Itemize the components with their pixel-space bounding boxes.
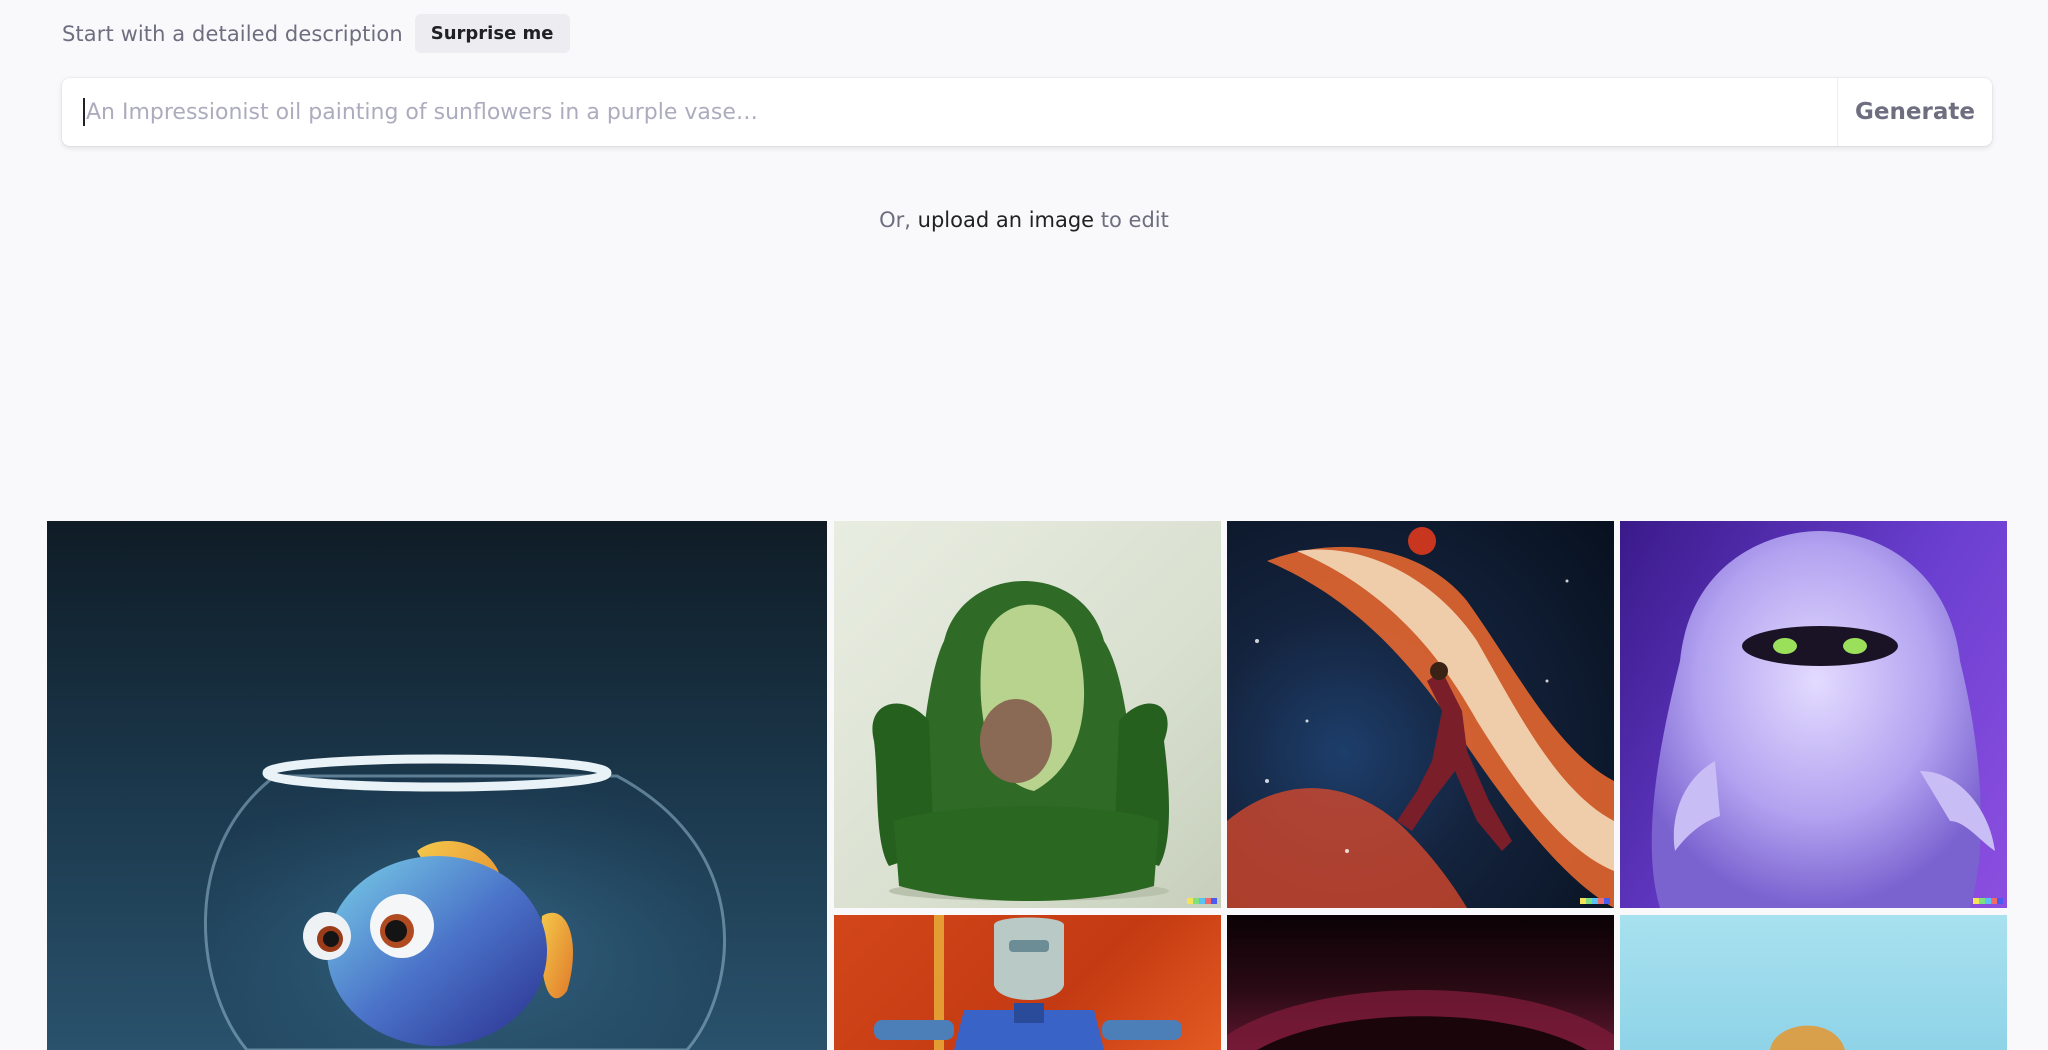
- robot-painting-illustration: [874, 915, 1182, 1050]
- prompt-bar: Generate: [62, 78, 1992, 146]
- gallery-image-space-dunk[interactable]: [1227, 521, 1614, 908]
- gallery-image-purple-monster[interactable]: [1620, 521, 2007, 908]
- generate-button[interactable]: Generate: [1837, 78, 1992, 146]
- upload-prefix: Or,: [879, 208, 918, 232]
- space-dunk-illustration: [1227, 527, 1614, 908]
- gallery-image-dark-abstract[interactable]: [1227, 915, 1614, 1050]
- page: Start with a detailed description Surpri…: [0, 0, 2048, 1050]
- avocado-chair-illustration: [872, 581, 1169, 901]
- prompt-input-wrap: [62, 78, 1837, 146]
- gallery-image-sky-scene[interactable]: [1620, 915, 2007, 1050]
- prompt-input[interactable]: [86, 99, 1837, 125]
- upload-line: Or, upload an image to edit: [0, 208, 2048, 232]
- signature-mark: [1973, 898, 2003, 904]
- gallery-image-fish-bowl[interactable]: [47, 521, 827, 1050]
- fish-bowl-illustration: [203, 754, 726, 1050]
- intro-text: Start with a detailed description: [62, 21, 403, 46]
- signature-mark: [1187, 898, 1217, 904]
- sky-scene-illustration: [1770, 1025, 1845, 1050]
- signature-mark: [1580, 898, 1610, 904]
- intro-row: Start with a detailed description Surpri…: [62, 14, 570, 53]
- text-caret: [83, 98, 85, 126]
- purple-monster-illustration: [1651, 531, 1995, 908]
- gallery-image-robot-painting[interactable]: [834, 915, 1221, 1050]
- surprise-me-button[interactable]: Surprise me: [414, 14, 570, 53]
- upload-image-link[interactable]: upload an image: [918, 208, 1094, 232]
- upload-suffix: to edit: [1094, 208, 1169, 232]
- dark-abstract-illustration: [1227, 990, 1614, 1050]
- gallery-image-avocado-chair[interactable]: [834, 521, 1221, 908]
